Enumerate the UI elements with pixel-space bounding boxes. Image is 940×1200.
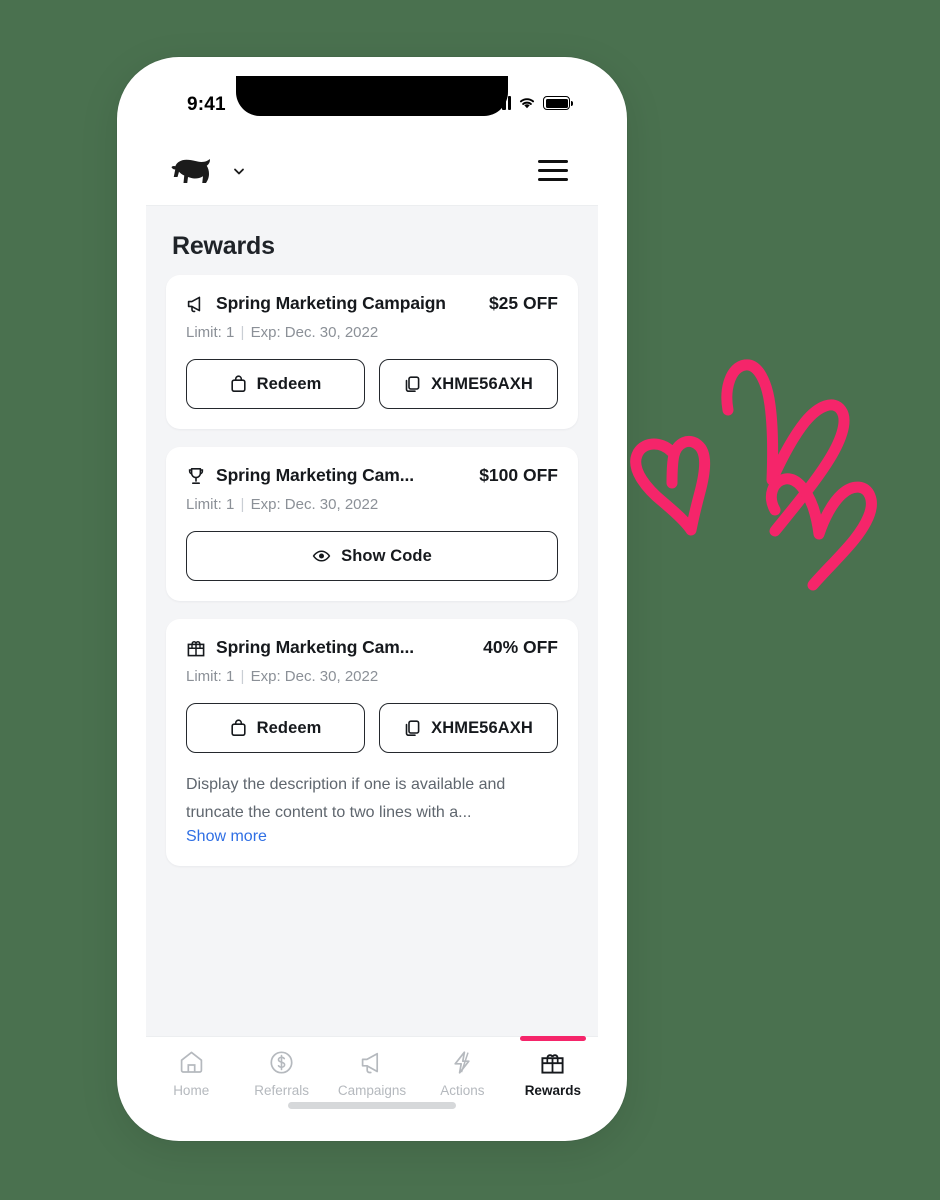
lightning-bolt-icon <box>454 1051 470 1074</box>
page-title: Rewards <box>172 232 275 260</box>
reward-actions: Redeem XHME56AXH <box>186 703 558 753</box>
tab-label: Actions <box>440 1083 485 1098</box>
reward-title: Spring Marketing Cam... <box>216 637 415 657</box>
tab-label: Referrals <box>254 1083 309 1098</box>
megaphone-icon <box>187 296 201 312</box>
reward-actions: Redeem XHME56AXH <box>186 359 558 409</box>
gift-icon <box>187 640 205 656</box>
tab-actions[interactable]: Actions <box>417 1049 507 1098</box>
reward-amount: $25 OFF <box>488 293 558 313</box>
reward-card[interactable]: Spring Marketing Campaign $25 OFF Limit:… <box>166 275 578 429</box>
bottom-tab-bar: Home Referrals Campaigns Actions Rewards <box>146 1036 598 1122</box>
shopping-bag-icon <box>230 375 246 392</box>
redeem-button[interactable]: Redeem <box>186 703 365 753</box>
meta-separator: | <box>240 496 245 513</box>
reward-title: Spring Marketing Cam... <box>216 465 415 485</box>
reward-actions: Show Code <box>186 531 558 581</box>
shopping-bag-icon <box>230 719 246 736</box>
reward-meta: Limit: 1 | Exp: Dec. 30, 2022 <box>186 496 558 513</box>
tab-home[interactable]: Home <box>146 1049 236 1098</box>
home-indicator <box>288 1102 456 1109</box>
hand-drawn-hearts-icon <box>630 359 877 591</box>
tab-referrals[interactable]: Referrals <box>236 1049 326 1098</box>
reward-expiry: Exp: Dec. 30, 2022 <box>250 668 379 685</box>
chevron-down-icon <box>234 168 244 174</box>
megaphone-icon <box>361 1052 378 1074</box>
phone-screen: 9:41 Rewards Spring Marketing Campaign $… <box>146 76 598 1122</box>
redeem-button[interactable]: Redeem <box>186 359 365 409</box>
meta-separator: | <box>240 668 245 685</box>
reward-amount: 40% OFF <box>483 637 558 657</box>
reward-amount: $100 OFF <box>479 465 558 485</box>
notch <box>236 76 508 116</box>
status-bar: 9:41 <box>146 76 598 136</box>
redeem-button-label: Redeem <box>256 718 322 737</box>
reward-expiry: Exp: Dec. 30, 2022 <box>250 324 379 341</box>
meta-separator: | <box>240 324 245 341</box>
redeem-button-label: Redeem <box>256 374 322 393</box>
brand-selector[interactable] <box>170 153 246 189</box>
tab-label: Campaigns <box>337 1083 407 1098</box>
reward-card-header: Spring Marketing Cam... 40% OFF <box>186 637 558 658</box>
tab-label: Rewards <box>524 1083 581 1098</box>
status-icons <box>491 96 573 110</box>
wifi-icon <box>519 98 535 109</box>
reward-meta: Limit: 1 | Exp: Dec. 30, 2022 <box>186 668 558 685</box>
dollar-circle-icon <box>270 1051 293 1074</box>
show-code-label: Show Code <box>341 546 432 565</box>
rewards-content: Rewards Spring Marketing Campaign $25 OF… <box>146 206 598 1036</box>
eye-icon <box>312 550 331 562</box>
reward-card-header: Spring Marketing Campaign $25 OFF <box>186 293 558 314</box>
battery-full-icon <box>543 96 573 110</box>
reward-meta: Limit: 1 | Exp: Dec. 30, 2022 <box>186 324 558 341</box>
reward-title: Spring Marketing Campaign <box>216 293 446 313</box>
reward-limit: Limit: 1 <box>186 496 235 513</box>
reward-card[interactable]: Spring Marketing Cam... 40% OFF Limit: 1… <box>166 619 578 867</box>
copy-code-label: XHME56AXH <box>431 718 533 737</box>
copy-icon <box>405 720 420 736</box>
tab-accent <box>519 1036 587 1041</box>
reward-card-header: Spring Marketing Cam... $100 OFF <box>186 465 558 486</box>
trophy-icon <box>188 467 204 484</box>
reward-card[interactable]: Spring Marketing Cam... $100 OFF Limit: … <box>166 447 578 601</box>
hamburger-menu-icon[interactable] <box>538 160 568 181</box>
signal-bars-icon <box>491 96 511 110</box>
tab-label: Home <box>173 1083 210 1098</box>
tab-campaigns[interactable]: Campaigns <box>327 1049 417 1098</box>
app-header <box>146 136 598 206</box>
copy-code-button[interactable]: XHME56AXH <box>379 359 558 409</box>
copy-code-button[interactable]: XHME56AXH <box>379 703 558 753</box>
reward-limit: Limit: 1 <box>186 324 235 341</box>
status-time: 9:41 <box>187 94 226 115</box>
reward-limit: Limit: 1 <box>186 668 235 685</box>
gift-icon <box>541 1054 564 1074</box>
tab-rewards[interactable]: Rewards <box>508 1036 598 1098</box>
reward-description: Display the description if one is availa… <box>186 776 506 821</box>
show-more-link[interactable]: Show more <box>186 828 267 846</box>
home-icon <box>180 1051 202 1073</box>
copy-icon <box>405 376 420 392</box>
copy-code-label: XHME56AXH <box>431 374 533 393</box>
tapir-logo-icon <box>171 158 210 183</box>
reward-expiry: Exp: Dec. 30, 2022 <box>250 496 379 513</box>
phone-frame: 9:41 Rewards Spring Marketing Campaign $… <box>117 57 627 1141</box>
show-code-button[interactable]: Show Code <box>186 531 558 581</box>
